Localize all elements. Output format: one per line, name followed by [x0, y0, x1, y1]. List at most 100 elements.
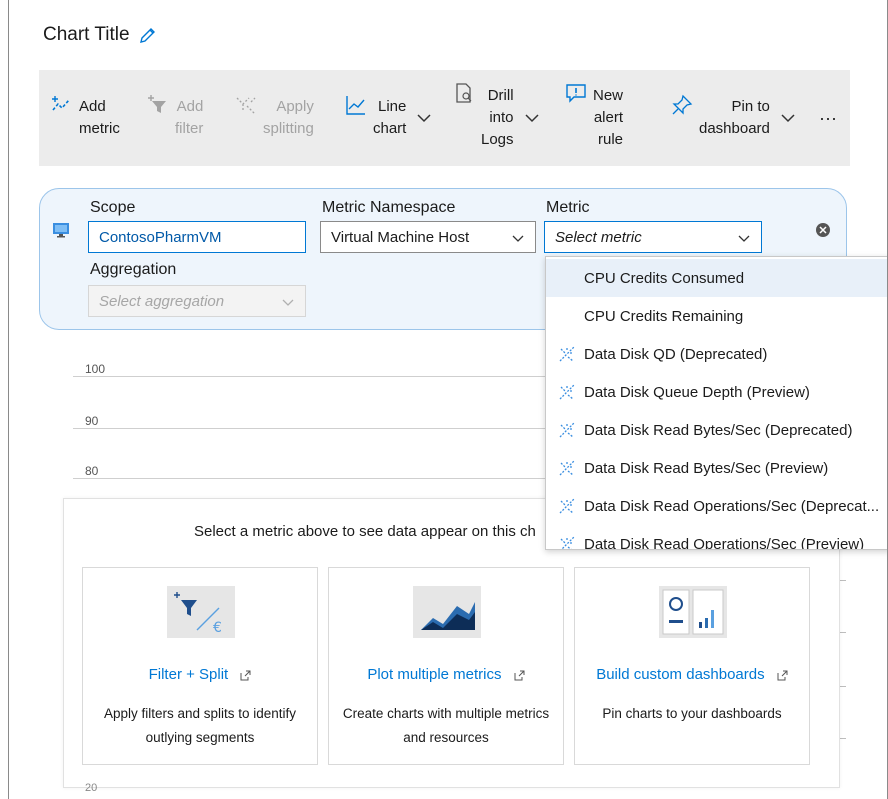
- sparkle-icon: [560, 536, 575, 549]
- external-link-icon: [240, 670, 251, 681]
- dashboard-icon: [659, 586, 727, 638]
- y-tick-label: 80: [85, 464, 99, 478]
- drill-into-logs-dropdown[interactable]: Drill into Logs: [453, 70, 540, 166]
- svg-text:€: €: [213, 620, 222, 636]
- filter-split-link[interactable]: Filter + Split: [83, 666, 317, 683]
- alert-label-2: alert: [593, 109, 624, 126]
- line-chart-label-2: chart: [373, 120, 407, 137]
- y-tick-label: 20: [85, 782, 98, 794]
- alert-label-1: New: [593, 87, 624, 104]
- gridline: [73, 478, 551, 479]
- plot-multiple-metrics-tile[interactable]: Plot multiple metrics Create charts with…: [328, 567, 564, 765]
- y-tick-label: 90: [85, 414, 99, 428]
- filter-split-icon: €: [167, 586, 235, 638]
- add-filter-button[interactable]: Add filter: [147, 70, 203, 166]
- add-filter-label-2: filter: [175, 120, 204, 137]
- build-custom-dashboards-title: Build custom dashboards: [596, 666, 765, 683]
- aggregation-select[interactable]: Select aggregation: [88, 285, 306, 317]
- chart-title[interactable]: Chart Title: [43, 24, 130, 46]
- plot-multiple-metrics-link[interactable]: Plot multiple metrics: [329, 666, 563, 683]
- metric-option[interactable]: CPU Credits Remaining: [546, 297, 887, 335]
- sparkle-icon: [559, 384, 575, 400]
- empty-state-message: Select a metric above to see data appear…: [194, 523, 536, 540]
- desc-line: and resources: [403, 730, 489, 745]
- metric-select[interactable]: Select metric: [544, 221, 762, 253]
- desc-line: outlying segments: [145, 730, 255, 745]
- metric-option-label: CPU Credits Consumed: [584, 269, 745, 287]
- sparkle-icon: [559, 346, 575, 362]
- add-metric-label-2: metric: [79, 120, 120, 137]
- metric-option[interactable]: Data Disk QD (Deprecated): [546, 335, 887, 373]
- gridline: [73, 376, 551, 377]
- metric-placeholder: Select metric: [555, 228, 642, 246]
- filter-split-title: Filter + Split: [148, 666, 229, 683]
- metric-option-label: Data Disk Read Bytes/Sec (Deprecated): [584, 421, 853, 439]
- apply-splitting-label-1: Apply: [276, 98, 314, 115]
- virtual-machine-icon: [53, 223, 69, 238]
- chevron-down-icon: [417, 114, 431, 123]
- metrics-toolbar: Add metric Add filter Apply splitting Line c…: [39, 70, 850, 166]
- metric-option[interactable]: Data Disk Read Bytes/Sec (Deprecated): [546, 411, 887, 449]
- add-metric-icon: [52, 96, 70, 111]
- filter-icon: [148, 95, 166, 113]
- more-options-button[interactable]: ···: [819, 70, 837, 166]
- metric-label: Metric: [546, 199, 590, 216]
- scope-label: Scope: [90, 199, 136, 216]
- area-chart-icon: [413, 586, 481, 638]
- apply-splitting-button[interactable]: Apply splitting: [235, 70, 314, 166]
- y-tick-label: 100: [85, 362, 106, 376]
- metric-option[interactable]: Data Disk Read Operations/Sec (Deprecat.…: [546, 487, 887, 525]
- logs-icon: [456, 83, 472, 103]
- remove-metric-icon[interactable]: [814, 221, 832, 239]
- chevron-down-icon: [512, 235, 524, 242]
- chevron-down-icon: [282, 299, 294, 306]
- build-custom-dashboards-link[interactable]: Build custom dashboards: [575, 666, 809, 683]
- aggregation-placeholder: Select aggregation: [99, 292, 225, 310]
- metric-option-label: Data Disk QD (Deprecated): [584, 345, 768, 363]
- metric-option[interactable]: Data Disk Queue Depth (Preview): [546, 373, 887, 411]
- metric-option-label: Data Disk Queue Depth (Preview): [584, 383, 810, 401]
- sparkle-icon: [559, 498, 575, 514]
- metric-option[interactable]: Data Disk Read Operations/Sec (Preview): [546, 525, 887, 550]
- aggregation-label: Aggregation: [90, 261, 177, 278]
- metric-option[interactable]: CPU Credits Consumed: [546, 259, 887, 297]
- line-chart-label-1: Line: [378, 98, 407, 115]
- metric-option-label: Data Disk Read Operations/Sec (Preview): [584, 535, 865, 550]
- gridline: [73, 428, 551, 429]
- drill-label-1: Drill: [487, 87, 514, 104]
- sparkle-icon: [559, 422, 575, 438]
- add-metric-button[interactable]: Add metric: [51, 70, 120, 166]
- desc-line: Apply filters and splits to identify: [103, 706, 297, 721]
- metric-namespace-value: Virtual Machine Host: [331, 228, 470, 246]
- pencil-edit-icon[interactable]: [138, 25, 158, 45]
- add-metric-label-1: Add: [79, 98, 106, 115]
- pin-to-dashboard-dropdown[interactable]: Pin to dashboard: [671, 70, 796, 166]
- build-custom-dashboards-tile[interactable]: Build custom dashboards Pin charts to yo…: [574, 567, 810, 765]
- external-link-icon: [514, 670, 525, 681]
- metric-dropdown-list[interactable]: CPU Credits Consumed CPU Credits Remaini…: [545, 256, 887, 550]
- external-link-icon: [777, 670, 788, 681]
- chevron-down-icon: [781, 114, 795, 123]
- metric-namespace-label: Metric Namespace: [322, 199, 456, 216]
- alert-icon: [566, 84, 586, 103]
- more-icon: ···: [819, 108, 837, 128]
- metric-namespace-select[interactable]: Virtual Machine Host: [320, 221, 536, 253]
- chart-title-row: Chart Title: [43, 24, 158, 46]
- new-alert-rule-button[interactable]: New alert rule: [565, 70, 623, 166]
- filter-split-description: Apply filters and splits to identify out…: [91, 702, 309, 750]
- sparkle-icon: [559, 460, 575, 476]
- filter-split-tile[interactable]: € Filter + Split Apply filters and split…: [82, 567, 318, 765]
- pin-label-2: dashboard: [699, 120, 770, 137]
- chevron-down-icon: [738, 235, 750, 242]
- line-chart-dropdown[interactable]: Line chart: [345, 70, 432, 166]
- drill-label-3: Logs: [481, 131, 514, 148]
- scope-input[interactable]: ContosoPharmVM: [88, 221, 306, 253]
- apply-splitting-label-2: splitting: [263, 120, 314, 137]
- scope-value: ContosoPharmVM: [99, 228, 222, 246]
- metric-option[interactable]: Data Disk Read Bytes/Sec (Preview): [546, 449, 887, 487]
- metrics-blade: Chart Title Add metric Add filter Apply …: [8, 0, 888, 799]
- splitting-icon: [236, 97, 256, 115]
- pin-icon: [672, 94, 693, 115]
- desc-line: Create charts with multiple metrics: [342, 706, 550, 721]
- add-filter-label-1: Add: [176, 98, 204, 115]
